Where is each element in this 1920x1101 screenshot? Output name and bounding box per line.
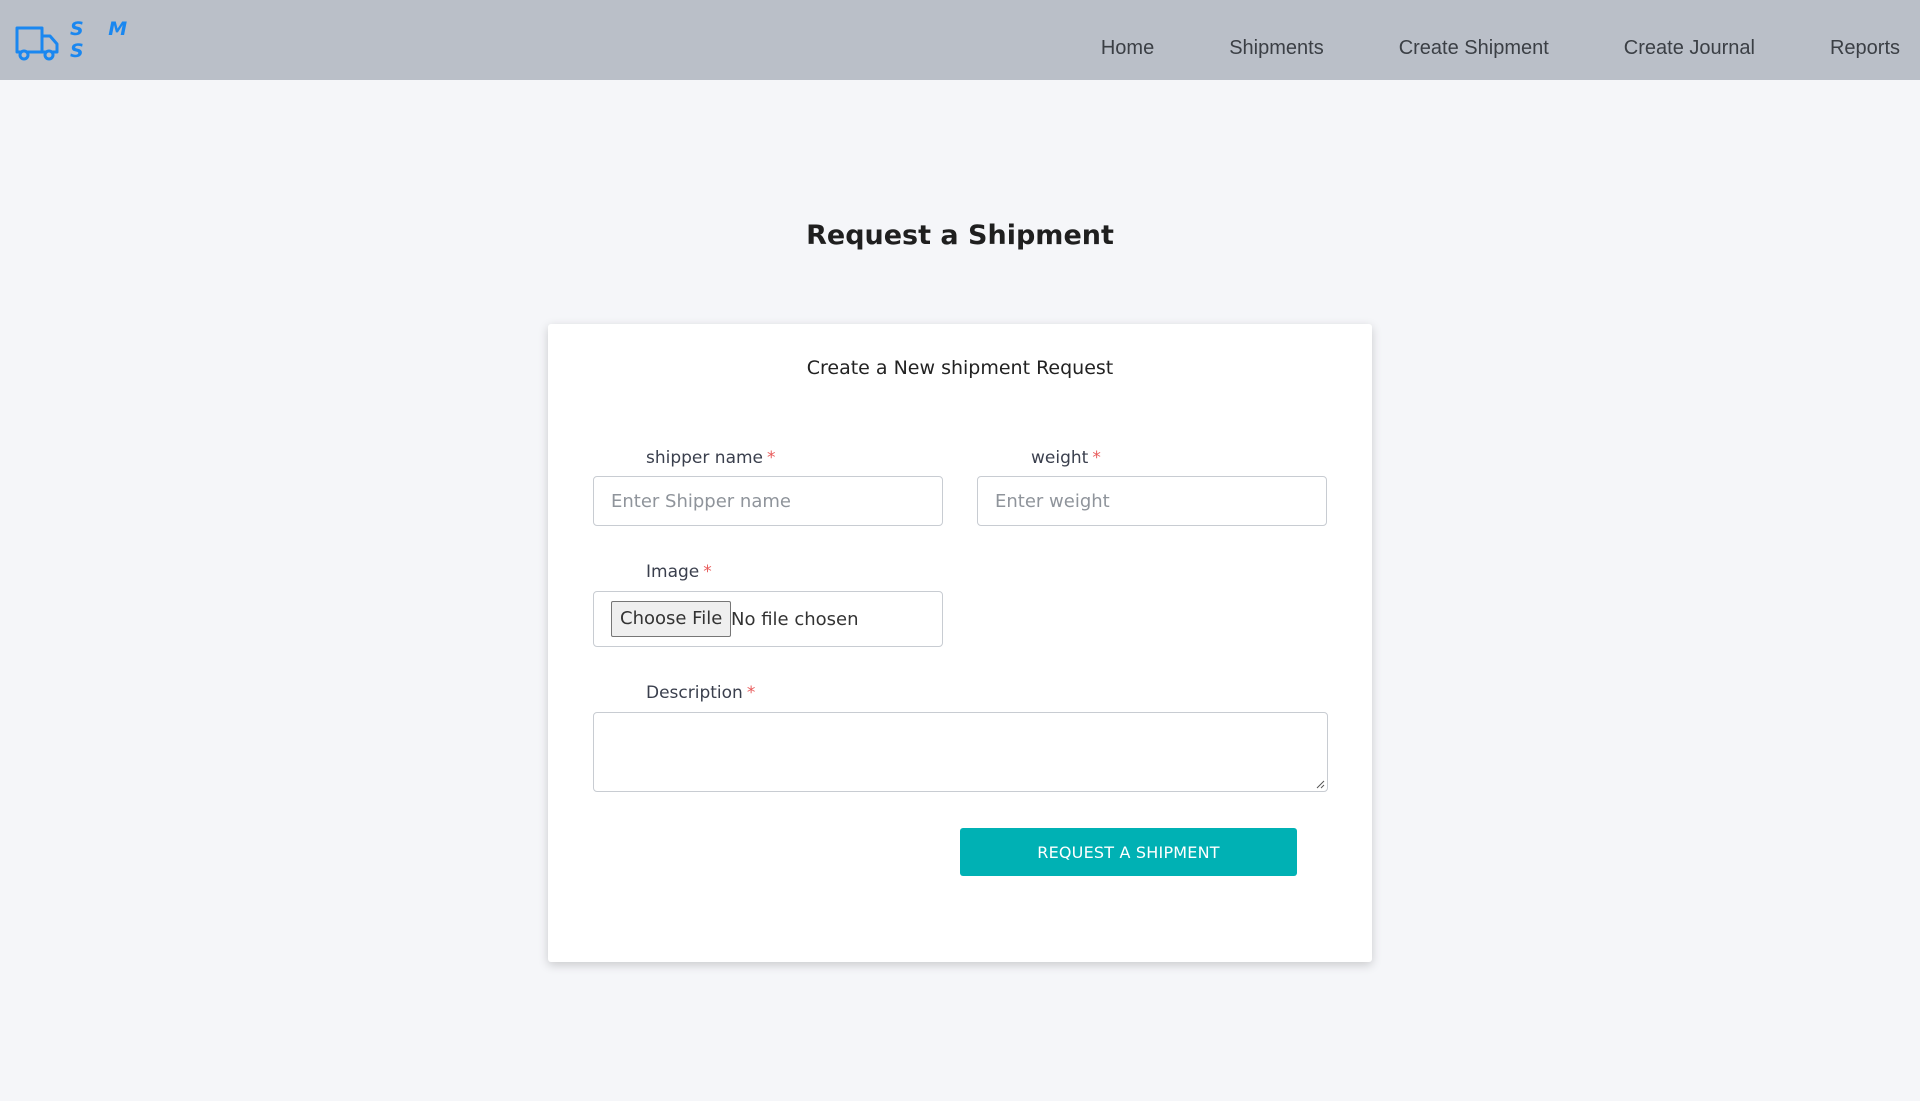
- description-label-text: Description: [646, 683, 743, 703]
- nav-home[interactable]: Home: [1101, 21, 1154, 60]
- app-logo[interactable]: S M S: [14, 14, 144, 70]
- required-marker: *: [1092, 448, 1101, 468]
- image-file-input[interactable]: Choose File No file chosen: [593, 591, 943, 647]
- weight-label: weight *: [1031, 448, 1101, 468]
- truck-icon: [15, 26, 59, 61]
- file-status-text: No file chosen: [731, 609, 859, 630]
- page-title: Request a Shipment: [806, 220, 1114, 251]
- shipper-name-label-text: shipper name: [646, 448, 763, 468]
- shipper-name-label: shipper name *: [646, 448, 776, 468]
- image-label-text: Image: [646, 562, 700, 582]
- required-marker: *: [703, 562, 712, 582]
- resize-handle-icon[interactable]: [1315, 779, 1325, 789]
- shipment-request-card: Create a New shipment Request shipper na…: [548, 324, 1372, 962]
- weight-input[interactable]: [977, 476, 1327, 526]
- nav-create-journal[interactable]: Create Journal: [1624, 21, 1755, 60]
- request-shipment-button[interactable]: REQUEST A SHIPMENT: [960, 828, 1297, 876]
- shipper-name-input[interactable]: [593, 476, 943, 526]
- nav-create-shipment[interactable]: Create Shipment: [1399, 21, 1549, 60]
- nav-shipments[interactable]: Shipments: [1229, 21, 1324, 60]
- main-nav: Home Shipments Create Shipment Create Jo…: [1026, 0, 1900, 80]
- image-label: Image *: [646, 562, 712, 582]
- form-title: Create a New shipment Request: [806, 357, 1114, 379]
- description-textarea[interactable]: [593, 712, 1328, 792]
- description-label: Description *: [646, 683, 755, 703]
- top-navbar: S M S Home Shipments Create Shipment Cre…: [0, 0, 1920, 80]
- weight-label-text: weight: [1031, 448, 1089, 468]
- nav-reports[interactable]: Reports: [1830, 21, 1900, 60]
- required-marker: *: [746, 683, 756, 703]
- choose-file-button[interactable]: Choose File: [611, 601, 732, 637]
- required-marker: *: [767, 448, 776, 468]
- logo-text: S M S: [70, 18, 137, 62]
